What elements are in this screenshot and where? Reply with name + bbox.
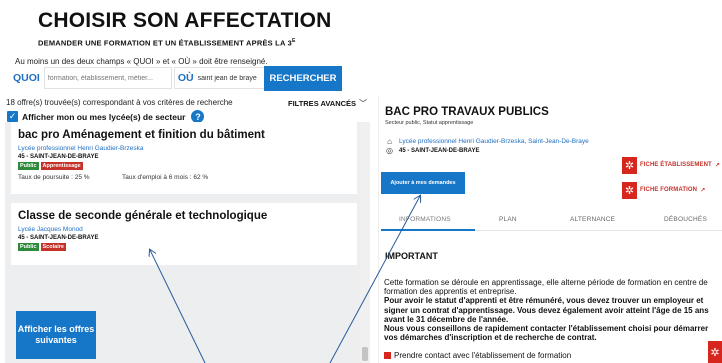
tab-debouches[interactable]: DÉBOUCHÉS: [664, 216, 707, 223]
advanced-filters-label: FILTRES AVANCÉS: [288, 99, 357, 108]
school-building-icon: ⌂: [387, 137, 392, 146]
active-tab-indicator: [381, 229, 475, 231]
results-count: 18 offre(s) trouvée(s) correspondant à v…: [6, 98, 233, 107]
status-badge-apprentissage: Apprentissage: [40, 162, 83, 170]
location-pin-icon: ◎: [386, 146, 393, 155]
page-subtitle-sup: E: [291, 38, 296, 44]
fiche-formation-label: FICHE FORMATION: [640, 187, 698, 193]
show-more-offers-button[interactable]: Afficher les offres suivantes: [16, 311, 96, 359]
detail-tabs: INFORMATIONS PLAN ALTERNANCE DÉBOUCHÉS: [381, 209, 722, 231]
required-note: Au moins un des deux champs « QUOI » et …: [15, 57, 268, 66]
offer-card[interactable]: bac pro Aménagement et finition du bâtim…: [11, 122, 357, 194]
quoi-input[interactable]: [47, 74, 171, 82]
offer-school-link[interactable]: Lycée Jacques Monod: [18, 226, 350, 233]
tab-plan[interactable]: PLAN: [499, 216, 517, 223]
detail-description: Cette formation se déroule en apprentiss…: [384, 278, 722, 342]
page-title: CHOISIR SON AFFECTATION: [38, 9, 332, 32]
external-link-icon: ↗: [714, 162, 720, 169]
sector-filter-label[interactable]: Afficher mon ou mes lycée(s) de secteur: [22, 112, 185, 122]
fiche-etablissement-link[interactable]: ✲ FICHE ÉTABLISSEMENT ↗: [622, 155, 720, 175]
sector-filter-checkbox[interactable]: ✓: [7, 111, 18, 122]
offer-title[interactable]: Classe de seconde générale et technologi…: [18, 210, 350, 222]
onisep-logo-icon: ✲: [622, 181, 637, 199]
results-scrollbar[interactable]: [360, 123, 370, 363]
offer-card[interactable]: Classe de seconde générale et technologi…: [11, 203, 357, 265]
detail-location-row: ◎ 45 - SAINT-JEAN-DE-BRAYE: [385, 146, 479, 155]
offer-rates: Taux de poursuite : 25 % Taux d'emploi à…: [18, 174, 350, 181]
search-button[interactable]: RECHERCHER: [264, 66, 342, 91]
ou-label: OÙ: [177, 72, 194, 84]
offer-school-link[interactable]: Lycée professionnel Henri Gaudier-Brzesk…: [18, 145, 350, 152]
detail-title: BAC PRO TRAVAUX PUBLICS: [385, 106, 549, 118]
page-subtitle-text: DEMANDER UNE FORMATION ET UN ÉTABLISSEME…: [38, 38, 292, 48]
offer-location: 45 - SAINT-JEAN-DE-BRAYE: [18, 235, 99, 241]
tab-informations[interactable]: INFORMATIONS: [399, 216, 451, 223]
important-heading: IMPORTANT: [385, 251, 438, 261]
detail-school-row: ⌂ Lycée professionnel Henri Gaudier-Brze…: [385, 137, 589, 146]
detail-location: 45 - SAINT-JEAN-DE-BRAYE: [399, 147, 480, 154]
search-bar: QUOI OÙ: [13, 67, 301, 89]
contact-icon: [384, 352, 391, 359]
rate-poursuite: Taux de poursuite : 25 %: [18, 174, 90, 181]
chevron-down-icon: ﹀: [359, 99, 368, 108]
fiche-etablissement-label: FICHE ÉTABLISSEMENT: [640, 162, 712, 168]
fiche-formation-link[interactable]: ✲ FICHE FORMATION ↗: [622, 180, 705, 200]
rate-emploi: Taux d'emploi à 6 mois : 62 %: [122, 174, 209, 181]
tab-alternance[interactable]: ALTERNANCE: [570, 216, 615, 223]
status-badge-public: Public: [18, 162, 39, 170]
offer-title[interactable]: bac pro Aménagement et finition du bâtim…: [18, 129, 350, 141]
onisep-logo-icon: ✲: [622, 156, 637, 174]
quoi-field[interactable]: [43, 67, 172, 89]
onisep-corner-icon: ✲: [708, 341, 722, 363]
contact-link[interactable]: Prendre contact avec l'établissement de …: [384, 351, 571, 360]
description-para-3: Nous vous conseillons de rapidement cont…: [384, 324, 709, 343]
detail-sector: Secteur public, Statut apprentissage: [385, 120, 474, 126]
quoi-label: QUOI: [13, 72, 40, 84]
results-scrollbar-thumb[interactable]: [362, 347, 368, 361]
contact-link-label: Prendre contact avec l'établissement de …: [394, 351, 572, 360]
status-badge-public: Public: [18, 243, 39, 251]
detail-school-link[interactable]: Lycée professionnel Henri Gaudier-Brzesk…: [399, 138, 589, 145]
external-link-icon: ↗: [700, 187, 706, 194]
offer-location: 45 - SAINT-JEAN-DE-BRAYE: [18, 154, 99, 160]
description-para-2: Pour avoir le statut d'apprenti et être …: [384, 296, 709, 324]
advanced-filters-toggle[interactable]: FILTRES AVANCÉS ﹀: [288, 98, 367, 109]
description-para-1: Cette formation se déroule en apprentiss…: [384, 278, 708, 297]
offer-badges: Public Apprentissage: [18, 162, 350, 170]
page-subtitle: DEMANDER UNE FORMATION ET UN ÉTABLISSEME…: [38, 38, 296, 48]
status-badge-scolaire: Scolaire: [40, 243, 66, 251]
offer-badges: Public Scolaire: [18, 243, 350, 251]
add-to-requests-button[interactable]: Ajouter à mes demandes: [381, 172, 465, 194]
